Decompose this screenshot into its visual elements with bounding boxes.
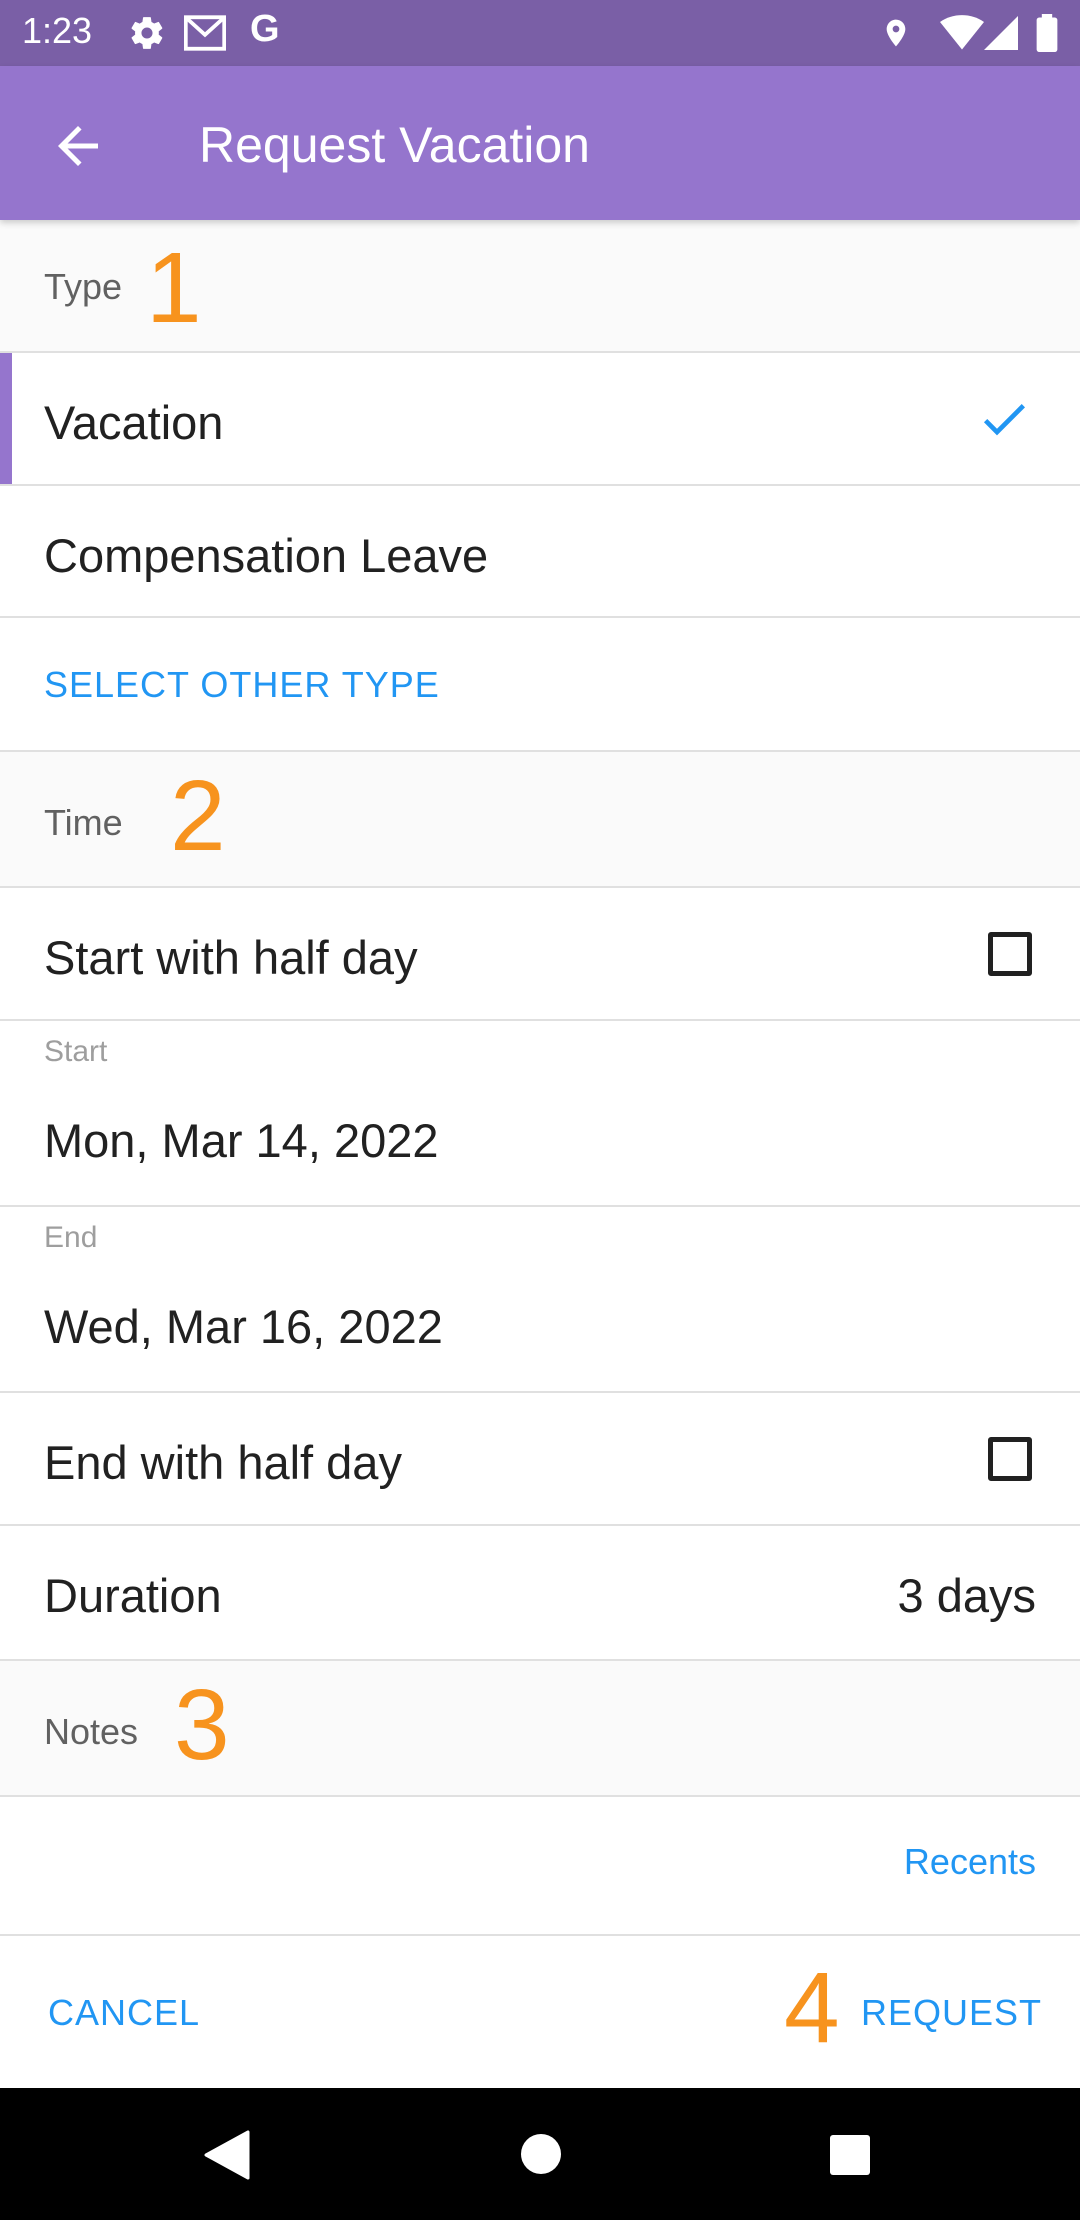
- start-half-day-row[interactable]: Start with half day: [0, 888, 1080, 1021]
- start-half-day-checkbox[interactable]: [988, 932, 1032, 976]
- selected-indicator: [0, 353, 12, 484]
- step-number: 2: [170, 760, 226, 872]
- end-label: End: [44, 1221, 98, 1254]
- signal-icon: [984, 14, 1018, 57]
- section-label: Time: [44, 802, 123, 843]
- system-nav-bar: [0, 2088, 1080, 2220]
- step-number: 4: [784, 1952, 840, 2064]
- checkmark-icon: [976, 391, 1032, 452]
- location-icon: [880, 14, 912, 57]
- back-triangle-icon[interactable]: [204, 2130, 250, 2185]
- section-header-type: Type 1: [0, 220, 1080, 353]
- request-button[interactable]: REQUEST: [861, 1992, 1042, 2034]
- type-option-compensation-leave[interactable]: Compensation Leave: [0, 486, 1080, 618]
- home-circle-icon[interactable]: [519, 2132, 563, 2181]
- start-label: Start: [44, 1035, 108, 1068]
- section-label: Type: [44, 266, 123, 307]
- cancel-button[interactable]: CANCEL: [48, 1992, 200, 2034]
- back-arrow-icon[interactable]: [48, 116, 108, 176]
- battery-icon: [1036, 14, 1058, 57]
- status-time: 1:23: [22, 10, 93, 51]
- end-date-field[interactable]: End Wed, Mar 16, 2022: [0, 1207, 1080, 1393]
- section-header-notes: Notes 3: [0, 1661, 1080, 1797]
- start-date-value: Mon, Mar 14, 2022: [44, 1114, 439, 1167]
- google-icon: G: [250, 8, 280, 50]
- step-number: 3: [174, 1669, 230, 1781]
- recents-square-icon[interactable]: [829, 2134, 871, 2181]
- select-other-type-label: SELECT OTHER TYPE: [44, 664, 440, 705]
- end-half-day-label: End with half day: [44, 1436, 402, 1489]
- section-header-time: Time 2: [0, 752, 1080, 888]
- end-half-day-checkbox[interactable]: [988, 1437, 1032, 1481]
- start-half-day-label: Start with half day: [44, 931, 418, 984]
- section-label: Notes: [44, 1711, 139, 1752]
- page-title: Request Vacation: [199, 117, 590, 173]
- duration-label: Duration: [44, 1569, 222, 1622]
- notes-area[interactable]: Recents: [0, 1797, 1080, 1934]
- type-option-label: Compensation Leave: [44, 529, 489, 582]
- type-option-vacation[interactable]: Vacation: [0, 353, 1080, 486]
- duration-value: 3 days: [897, 1569, 1036, 1622]
- status-bar: 1:23 G: [0, 0, 1080, 66]
- app-bar: Request Vacation: [0, 66, 1080, 220]
- wifi-icon: [940, 14, 984, 57]
- duration-row: Duration 3 days: [0, 1526, 1080, 1661]
- action-bar: CANCEL 4 REQUEST: [0, 1934, 1080, 2090]
- select-other-type-button[interactable]: SELECT OTHER TYPE: [0, 618, 1080, 752]
- gmail-icon: [183, 14, 227, 57]
- end-half-day-row[interactable]: End with half day: [0, 1393, 1080, 1526]
- recents-button[interactable]: Recents: [904, 1841, 1036, 1883]
- step-number: 1: [146, 232, 202, 344]
- end-date-value: Wed, Mar 16, 2022: [44, 1300, 443, 1353]
- type-option-label: Vacation: [44, 396, 224, 449]
- gear-icon: [128, 14, 166, 57]
- start-date-field[interactable]: Start Mon, Mar 14, 2022: [0, 1021, 1080, 1207]
